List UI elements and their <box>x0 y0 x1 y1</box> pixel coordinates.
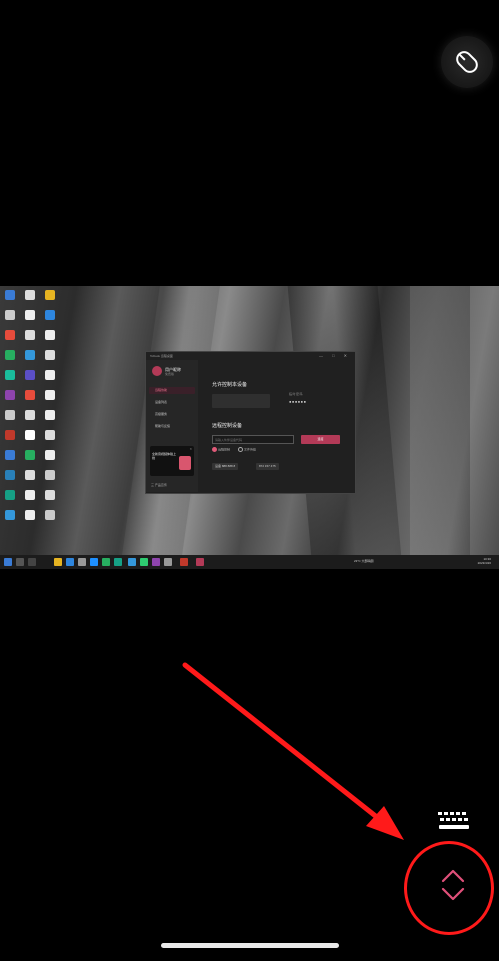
desktop-icon[interactable] <box>25 310 35 320</box>
desktop-icon[interactable] <box>45 310 55 320</box>
app-icon[interactable] <box>102 558 110 566</box>
password-label: 临时密码 <box>289 392 304 396</box>
desktop-icon[interactable] <box>25 470 35 480</box>
temp-password: ●●●●●● <box>289 399 307 404</box>
desktop-icon[interactable] <box>25 350 35 360</box>
desktop-icon[interactable] <box>45 350 55 360</box>
remote-control-app-window[interactable]: ToDesk 远程桌面 — □ ✕ 用户昵称 免费版 远程协助 设备列表 高级服… <box>145 351 356 494</box>
desktop-icon[interactable] <box>5 450 15 460</box>
wallpaper-rock <box>410 286 470 569</box>
desktop-icon[interactable] <box>25 290 35 300</box>
edge-icon[interactable] <box>90 558 98 566</box>
desktop-icon[interactable] <box>5 430 15 440</box>
recent-device-chip[interactable]: 872 157 475 <box>256 463 279 470</box>
app-icon[interactable] <box>66 558 74 566</box>
radio-file-transfer[interactable]: 文件传输 <box>238 447 256 452</box>
desktop-icon[interactable] <box>25 510 35 520</box>
close-icon[interactable]: ✕ <box>189 447 192 451</box>
chevron-up-down-icon[interactable] <box>437 867 469 903</box>
desktop-icon[interactable] <box>45 450 55 460</box>
radio-dot <box>238 447 243 452</box>
remote-app-icon[interactable] <box>196 558 204 566</box>
desktop-icon[interactable] <box>5 390 15 400</box>
avatar[interactable] <box>152 366 162 376</box>
desktop-icon[interactable] <box>5 510 15 520</box>
partner-code-input[interactable]: 请输入伙伴设备代码 <box>212 435 294 444</box>
desktop-icon[interactable] <box>25 430 35 440</box>
promo-title: 全新音视频体验上线 <box>152 452 177 460</box>
allow-control-title: 允许控制本设备 <box>212 382 248 388</box>
app-icon[interactable] <box>114 558 122 566</box>
promo-image <box>179 456 191 470</box>
connect-button[interactable]: 连接 <box>301 435 340 444</box>
app-icon[interactable] <box>180 558 188 566</box>
desktop-icon[interactable] <box>45 510 55 520</box>
weather-widget[interactable]: 23°C 大部晴朗 <box>354 559 374 563</box>
sidebar-item-advanced[interactable]: 高级服务 <box>149 411 195 418</box>
clock-date: 2023/4/20 <box>477 561 491 565</box>
desktop-icon[interactable] <box>45 290 55 300</box>
search-icon[interactable] <box>16 558 24 566</box>
app-icon[interactable] <box>164 558 172 566</box>
window-title: ToDesk 远程桌面 <box>150 354 173 358</box>
window-controls[interactable]: — □ ✕ <box>319 353 351 358</box>
recent-device-chip[interactable]: 设备 888 888 8 <box>212 463 239 470</box>
desktop-icon[interactable] <box>45 370 55 380</box>
app-sidebar: 用户昵称 免费版 远程协助 设备列表 高级服务 帮助与反馈 ✕ 全新音视频体验上… <box>146 360 198 492</box>
desktop-icons <box>2 288 62 543</box>
sidebar-footer-link[interactable]: 三 产品宣传 <box>151 483 167 487</box>
desktop-icon[interactable] <box>45 430 55 440</box>
radio-label: 文件传输 <box>244 447 257 452</box>
desktop-icon[interactable] <box>5 410 15 420</box>
home-indicator[interactable] <box>161 943 339 948</box>
app-icon[interactable] <box>128 558 136 566</box>
radio-dot <box>212 447 217 452</box>
desktop-icon[interactable] <box>5 350 15 360</box>
start-icon[interactable] <box>4 558 12 566</box>
wechat-icon[interactable] <box>140 558 148 566</box>
desktop-icon[interactable] <box>25 490 35 500</box>
desktop-icon[interactable] <box>5 290 15 300</box>
desktop-icon[interactable] <box>5 310 15 320</box>
taskbar: 23°C 大部晴朗 10:30 2023/4/20 <box>0 555 499 569</box>
device-code-blurred <box>212 394 270 408</box>
radio-label: 远程控制 <box>218 447 231 452</box>
desktop-icon[interactable] <box>45 390 55 400</box>
desktop-icon[interactable] <box>45 330 55 340</box>
desktop-icon[interactable] <box>25 370 35 380</box>
sidebar-item-help[interactable]: 帮助与反馈 <box>149 423 195 430</box>
desktop-icon[interactable] <box>45 410 55 420</box>
mouse-icon <box>456 51 478 73</box>
desktop-icon[interactable] <box>25 390 35 400</box>
desktop-icon[interactable] <box>45 470 55 480</box>
keyboard-icon[interactable] <box>436 810 472 834</box>
task-view-icon[interactable] <box>28 558 36 566</box>
sidebar-item-devices[interactable]: 设备列表 <box>149 399 195 406</box>
desktop-icon[interactable] <box>5 330 15 340</box>
promo-banner[interactable]: ✕ 全新音视频体验上线 <box>150 446 194 476</box>
desktop-icon[interactable] <box>25 330 35 340</box>
remote-desktop-view[interactable]: ToDesk 远程桌面 — □ ✕ 用户昵称 免费版 远程协助 设备列表 高级服… <box>0 286 499 569</box>
radio-remote-control[interactable]: 远程控制 <box>212 447 230 452</box>
desktop-icon[interactable] <box>25 410 35 420</box>
desktop-icon[interactable] <box>5 470 15 480</box>
desktop-icon[interactable] <box>5 490 15 500</box>
user-plan: 免费版 <box>165 372 175 376</box>
app-icon[interactable] <box>78 558 86 566</box>
app-icon[interactable] <box>152 558 160 566</box>
desktop-icon[interactable] <box>25 450 35 460</box>
desktop-icon[interactable] <box>5 370 15 380</box>
system-clock[interactable]: 10:30 2023/4/20 <box>478 557 491 565</box>
remote-control-title: 远程控制设备 <box>212 423 243 429</box>
sidebar-item-remote-assist[interactable]: 远程协助 <box>149 387 195 394</box>
mouse-mode-button[interactable] <box>441 36 493 88</box>
desktop-icon[interactable] <box>45 490 55 500</box>
file-explorer-icon[interactable] <box>54 558 62 566</box>
